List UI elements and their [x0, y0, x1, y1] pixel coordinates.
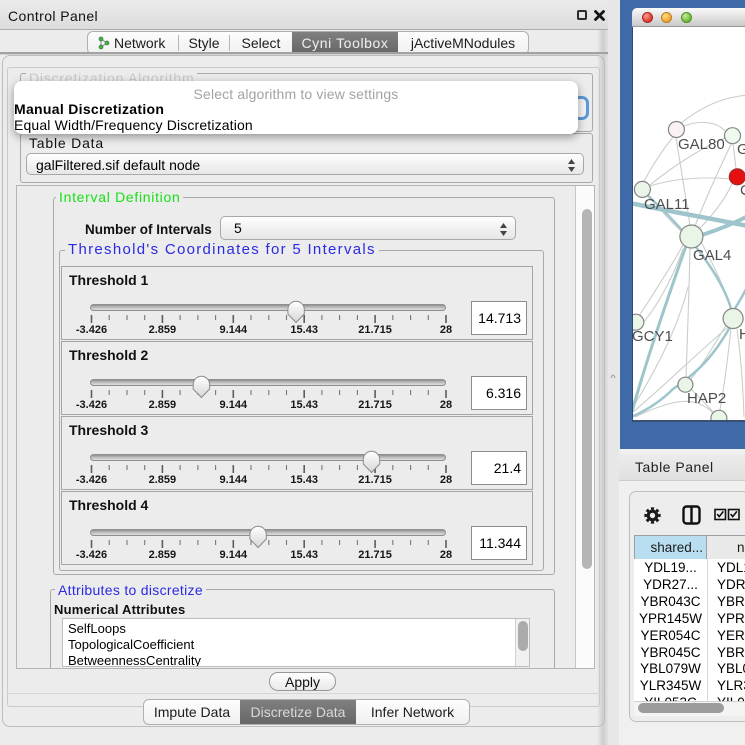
svg-text:H: H: [739, 326, 745, 343]
svg-text:GAL80: GAL80: [678, 136, 725, 153]
svg-text:GCY1: GCY1: [633, 328, 673, 345]
svg-text:GA: GA: [737, 141, 745, 158]
svg-text:HAP2: HAP2: [687, 390, 726, 407]
svg-text:GAL4: GAL4: [693, 247, 731, 264]
svg-text:C: C: [740, 182, 745, 199]
svg-text:GAL11: GAL11: [644, 196, 690, 213]
